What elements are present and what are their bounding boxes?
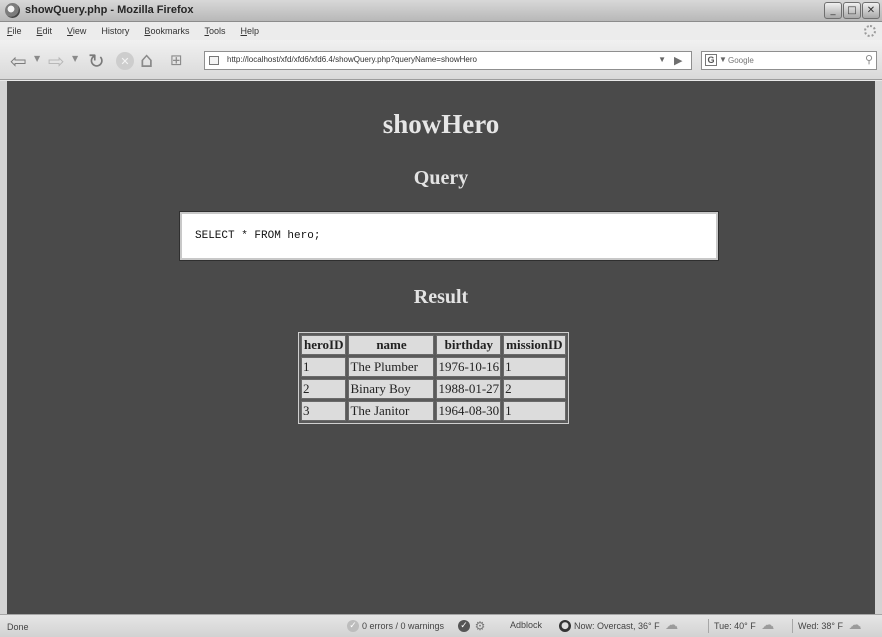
column-header: birthday (436, 335, 502, 355)
status-divider (792, 619, 793, 633)
menu-tools[interactable]: Tools (204, 26, 225, 36)
weather-now[interactable]: ● Now: Overcast, 36° F ☁ (559, 618, 681, 633)
partly-cloudy-icon: ☁ (761, 618, 775, 633)
reload-icon[interactable]: ↻ (88, 49, 105, 73)
window-frame-right (875, 81, 882, 614)
status-text: Done (7, 622, 29, 632)
query-heading: Query (413, 167, 469, 189)
menu-file[interactable]: File (7, 26, 22, 36)
search-engine-dropdown-icon[interactable]: ▼ (719, 55, 727, 64)
back-history-dropdown-icon[interactable]: ▼ (34, 54, 40, 63)
status-divider (708, 619, 709, 633)
maximize-button[interactable]: □ (843, 2, 861, 19)
window-title: showQuery.php - Mozilla Firefox (25, 4, 194, 16)
magnifier-icon[interactable]: ⚲ (865, 53, 873, 66)
globe-icon: ● (559, 620, 571, 632)
query-box: SELECT * FROM hero; (179, 211, 719, 261)
navigation-toolbar: ⇦ ▼ ⇨ ▼ ↻ ✕ ⌂ ⊞ http://localhost/xfd/xfd… (0, 40, 882, 80)
window-title-bar: showQuery.php - Mozilla Firefox _ □ ✕ (0, 0, 882, 22)
table-cell: 1 (301, 357, 347, 377)
validator-text: 0 errors / 0 warnings (362, 621, 445, 631)
table-row: 3 The Janitor 1964-08-30 1 (301, 401, 566, 421)
page-content: showHero Query SELECT * FROM hero; Resul… (7, 81, 875, 614)
results-table: heroID name birthday missionID 1 The Plu… (298, 332, 569, 424)
url-history-dropdown-icon[interactable]: ▼ (658, 55, 666, 64)
back-arrow-icon[interactable]: ⇦ (10, 49, 27, 73)
forward-arrow-icon[interactable]: ⇨ (48, 49, 65, 73)
home-icon[interactable]: ⌂ (140, 48, 153, 72)
partly-cloudy-icon: ☁ (848, 618, 862, 633)
page-heading: showHero (382, 109, 500, 139)
table-cell: 2 (301, 379, 347, 399)
window-controls: _ □ ✕ (824, 2, 880, 19)
window-frame-left (0, 81, 7, 614)
page-favicon-icon (209, 56, 219, 65)
table-header-row: heroID name birthday missionID (301, 335, 566, 355)
menu-help[interactable]: Help (240, 26, 259, 36)
close-button[interactable]: ✕ (862, 2, 880, 19)
url-text[interactable]: http://localhost/xfd/xfd6/xfd6.4/showQue… (227, 55, 647, 64)
table-cell: The Plumber (348, 357, 435, 377)
table-cell: 1964-08-30 (436, 401, 502, 421)
column-header: missionID (503, 335, 566, 355)
minimize-button[interactable]: _ (824, 2, 842, 19)
check-circle-icon[interactable]: ✓ (458, 620, 470, 632)
extension-icons: ✓ ⚙ (458, 620, 487, 632)
column-header: heroID (301, 335, 347, 355)
go-arrow-icon[interactable]: ▶ (674, 54, 682, 67)
new-tab-icon[interactable]: ⊞ (170, 51, 183, 69)
table-cell: Binary Boy (348, 379, 435, 399)
weather-tuesday[interactable]: Tue: 40° F ☁ (714, 618, 777, 633)
weather-wed-text: Wed: 38° F (798, 621, 843, 631)
search-input[interactable] (728, 53, 852, 68)
adblock-status[interactable]: Adblock (510, 620, 542, 630)
query-text: SELECT * FROM hero; (195, 230, 321, 242)
table-cell: The Janitor (348, 401, 435, 421)
status-bar: Done ✓ 0 errors / 0 warnings ✓ ⚙ Adblock… (0, 614, 882, 637)
table-cell: 1 (503, 401, 566, 421)
stop-icon[interactable]: ✕ (116, 52, 134, 70)
overcast-cloud-icon: ☁ (665, 618, 679, 633)
table-cell: 2 (503, 379, 566, 399)
firefox-logo-icon (5, 3, 20, 18)
menu-bar: File Edit View History Bookmarks Tools H… (0, 22, 882, 40)
search-bar[interactable]: G ▼ ⚲ (701, 51, 877, 70)
menu-view[interactable]: View (67, 26, 86, 36)
search-engine-icon[interactable]: G (705, 54, 717, 66)
weather-tue-text: Tue: 40° F (714, 621, 756, 631)
menu-history[interactable]: History (101, 26, 129, 36)
validator-check-icon: ✓ (347, 620, 359, 632)
table-cell: 1988-01-27 (436, 379, 502, 399)
column-header: name (348, 335, 435, 355)
weather-now-text: Now: Overcast, 36° F (574, 621, 660, 631)
gear-icon[interactable]: ⚙ (473, 620, 487, 632)
menu-edit[interactable]: Edit (37, 26, 53, 36)
menu-bookmarks[interactable]: Bookmarks (144, 26, 189, 36)
forward-history-dropdown-icon[interactable]: ▼ (72, 54, 78, 63)
table-row: 1 The Plumber 1976-10-16 1 (301, 357, 566, 377)
result-heading: Result (413, 286, 469, 308)
html-validator-status[interactable]: ✓ 0 errors / 0 warnings (347, 620, 444, 632)
adblock-label: Adblock (510, 620, 543, 630)
weather-wednesday[interactable]: Wed: 38° F ☁ (798, 618, 864, 633)
table-cell: 3 (301, 401, 347, 421)
throbber-icon (864, 25, 876, 37)
table-row: 2 Binary Boy 1988-01-27 2 (301, 379, 566, 399)
address-bar[interactable]: http://localhost/xfd/xfd6/xfd6.4/showQue… (204, 51, 692, 70)
table-cell: 1 (503, 357, 566, 377)
table-cell: 1976-10-16 (436, 357, 502, 377)
